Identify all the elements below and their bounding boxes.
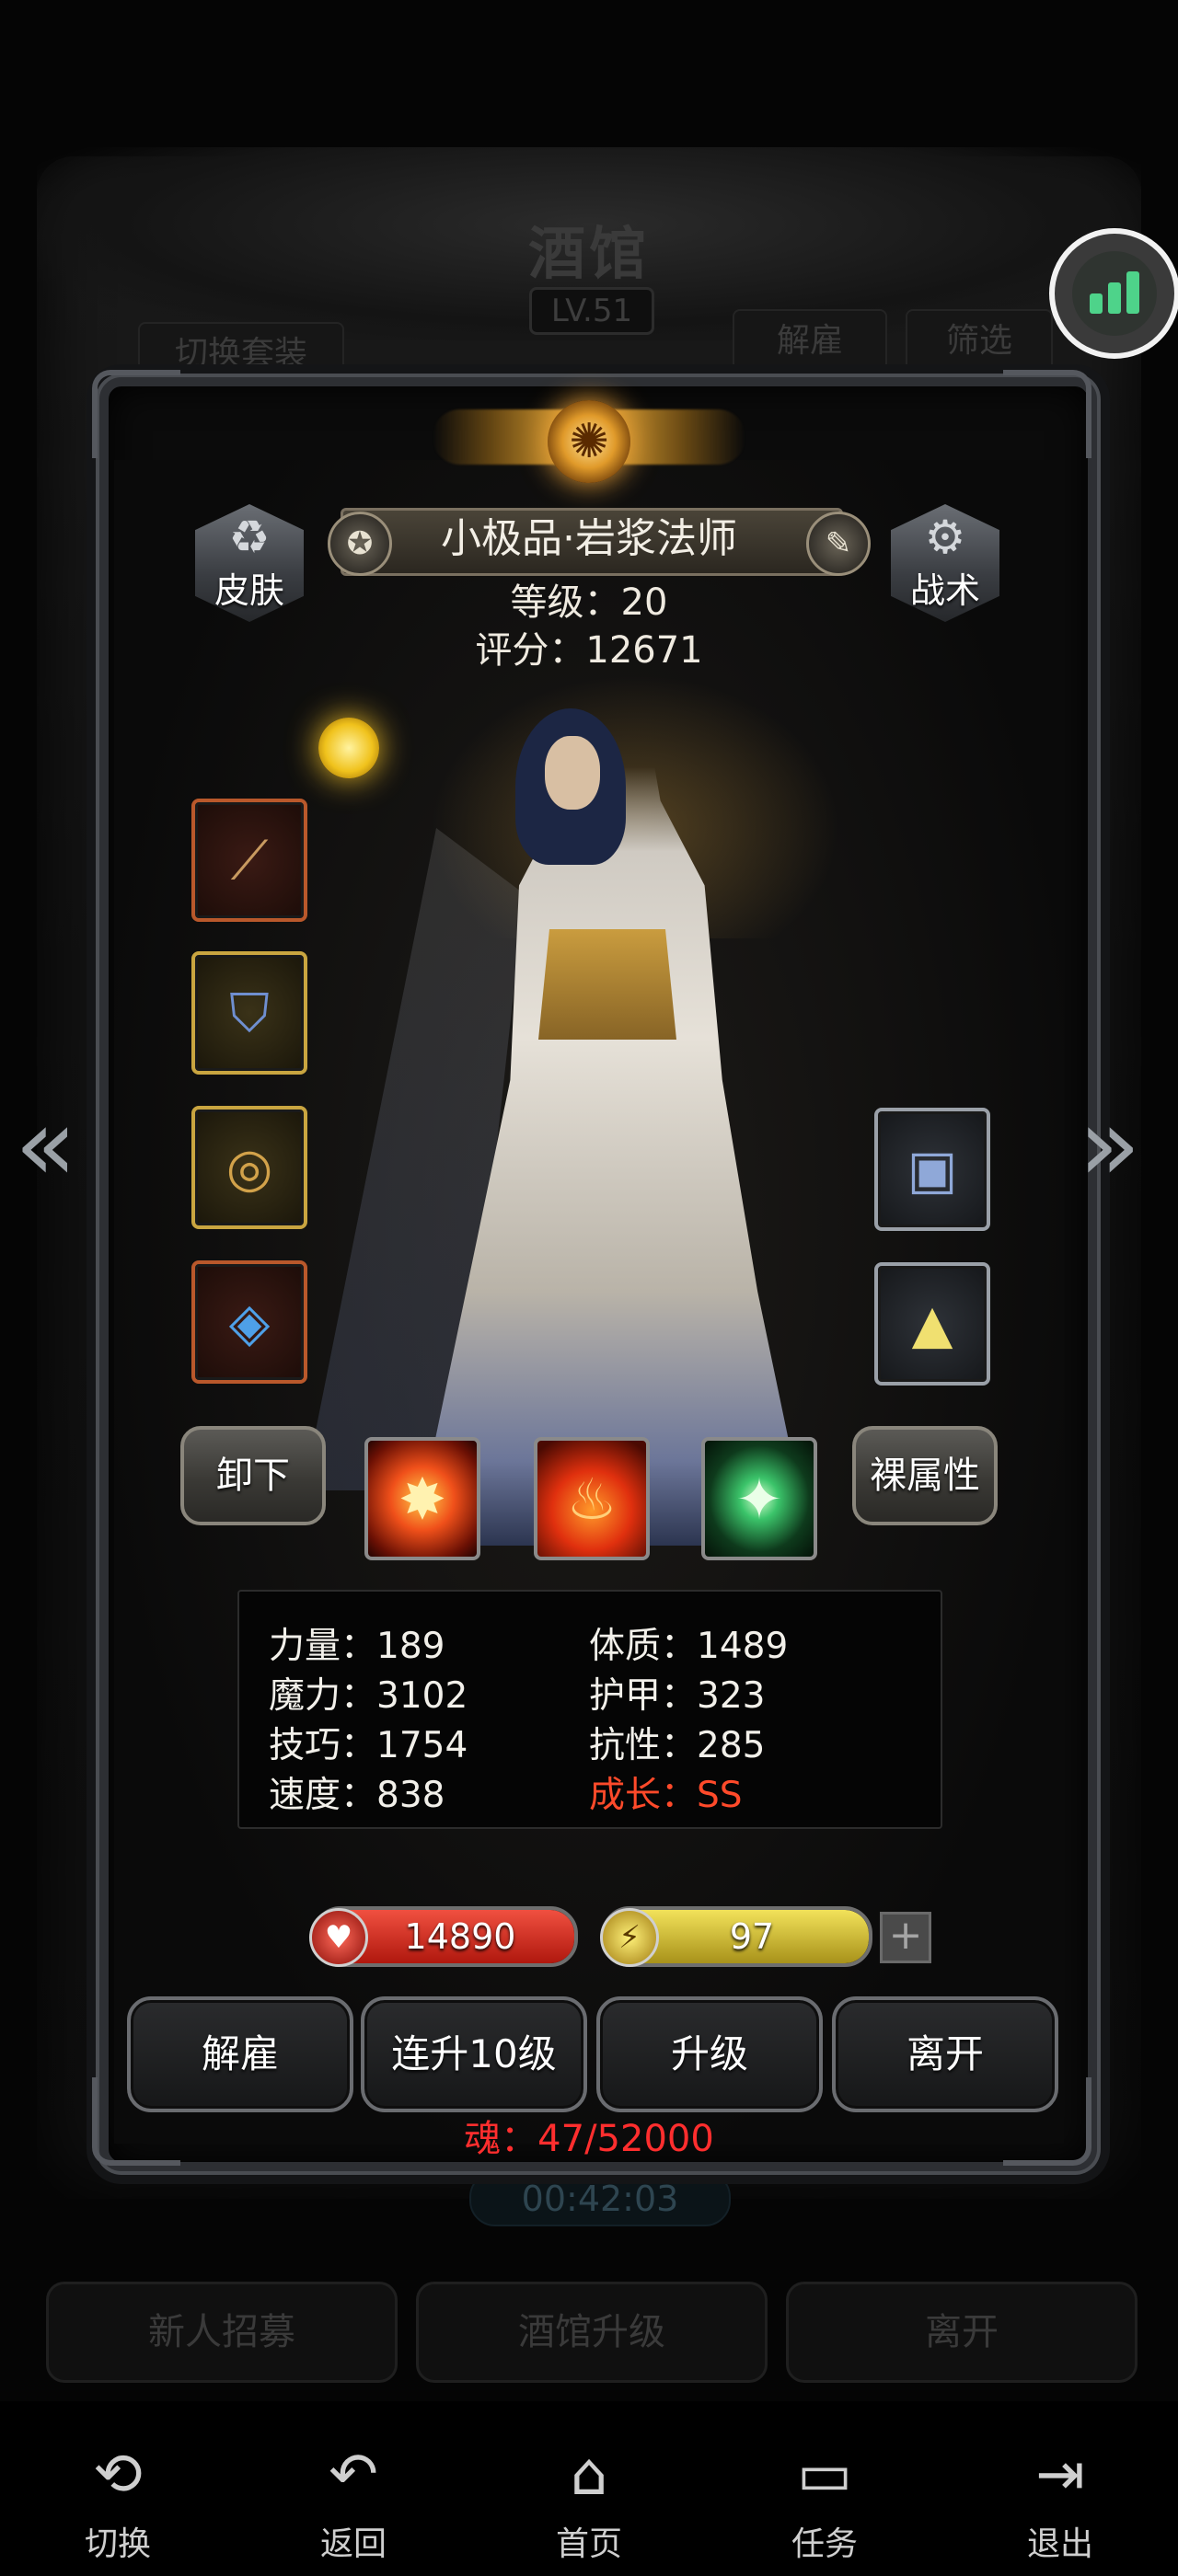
dismiss-button[interactable]: 解雇: [127, 1996, 353, 2112]
back-icon: ↶: [329, 2441, 378, 2509]
dialog-corner-ornament: [1003, 370, 1091, 458]
level-up-button[interactable]: 升级: [596, 1996, 823, 2112]
shirt-icon: ♻: [228, 511, 271, 564]
soul-counter: 魂：47/52000: [464, 2118, 714, 2160]
background-timer: 00:42:03: [469, 2171, 731, 2226]
equip-slot-card[interactable]: ▣: [874, 1108, 990, 1231]
tavern-upgrade-button-bg: 酒馆升级: [416, 2282, 768, 2383]
nav-switch-label: 切换: [84, 2525, 151, 2563]
switch-icon: ⟲: [93, 2441, 143, 2509]
nav-back[interactable]: ↶ 返回: [280, 2438, 427, 2565]
rank-medal-icon[interactable]: ✪: [328, 512, 392, 576]
stat-armor: 护甲：323: [589, 1675, 766, 1717]
add-energy-button[interactable]: +: [880, 1912, 931, 1963]
background-level-badge: LV.51: [529, 287, 654, 335]
green-blade-icon: ✦: [735, 1465, 783, 1533]
exit-icon: ⇥: [1035, 2441, 1085, 2509]
lightning-icon: ⚡: [600, 1908, 659, 1967]
background-title: 酒馆: [527, 220, 650, 287]
level-up-10-button[interactable]: 连升10级: [361, 1996, 587, 2112]
naked-attributes-button[interactable]: 裸属性: [852, 1426, 998, 1525]
tasks-icon: ▭: [796, 2441, 853, 2509]
leave-button-bg: 离开: [786, 2282, 1138, 2383]
card-icon: ▣: [907, 1138, 958, 1201]
dismiss-tab: 解雇: [733, 309, 887, 374]
next-hero-arrow-icon[interactable]: »: [1079, 1086, 1140, 1203]
hp-value: 14890: [404, 1916, 516, 1957]
amulet-icon: ◈: [228, 1291, 271, 1353]
skin-label: 皮肤: [214, 570, 284, 611]
sun-emblem-icon: ✺: [548, 400, 630, 483]
nav-exit[interactable]: ⇥ 退出: [987, 2438, 1134, 2565]
floating-assistant-button[interactable]: [1049, 228, 1178, 359]
recruit-button-bg: 新人招募: [46, 2282, 398, 2383]
nav-home-label: 首页: [555, 2525, 622, 2563]
equip-slot-armor[interactable]: ⛉: [191, 951, 307, 1075]
stat-resistance: 抗性：285: [589, 1725, 766, 1766]
equip-slot-crystal[interactable]: ▲: [874, 1262, 990, 1386]
dialog-corner-ornament: [92, 370, 180, 458]
stat-strength: 力量：189: [269, 1626, 445, 1667]
nav-back-label: 返回: [319, 2525, 387, 2563]
filter-tab: 筛选: [906, 309, 1053, 374]
crystal-icon: ▲: [911, 1293, 953, 1355]
robe-icon: ⛉: [229, 981, 270, 1044]
equip-slot-amulet[interactable]: ◈: [191, 1260, 307, 1384]
hero-name: 小极品·岩浆法师: [441, 515, 737, 562]
home-icon: ⌂: [570, 2441, 608, 2509]
stat-magic: 魔力：3102: [269, 1675, 468, 1717]
equip-slot-weapon[interactable]: ⟋: [191, 799, 307, 922]
tactics-label: 战术: [909, 570, 980, 611]
hero-level: 等级：20: [510, 581, 668, 624]
signal-bars-icon: [1072, 251, 1157, 336]
unequip-button[interactable]: 卸下: [180, 1426, 326, 1525]
stat-growth: 成长：SS: [589, 1775, 743, 1816]
character-face: [545, 736, 600, 810]
gear-icon: ⚙: [924, 511, 966, 564]
stat-speed: 速度：838: [269, 1775, 445, 1816]
equip-slot-ring[interactable]: ◎: [191, 1106, 307, 1229]
nav-home[interactable]: ⌂ 首页: [515, 2438, 663, 2565]
stat-skill: 技巧：1754: [269, 1725, 468, 1766]
stat-constitution: 体质：1489: [589, 1626, 789, 1667]
nav-tasks[interactable]: ▭ 任务: [751, 2438, 898, 2565]
nav-exit-label: 退出: [1026, 2525, 1093, 2563]
fire-burst-icon: ✸: [398, 1465, 446, 1533]
nav-switch[interactable]: ⟲ 切换: [44, 2438, 191, 2565]
previous-hero-arrow-icon[interactable]: «: [15, 1086, 76, 1203]
character-gold-armor: [538, 929, 676, 1040]
skill-slot-3[interactable]: ✦: [701, 1437, 817, 1560]
staff-icon: ⟋: [230, 828, 269, 891]
leave-button[interactable]: 离开: [832, 1996, 1058, 2112]
skill-slot-1[interactable]: ✸: [364, 1437, 480, 1560]
ring-icon: ◎: [225, 1136, 273, 1199]
heart-icon: ♥: [309, 1908, 368, 1967]
rename-edit-icon[interactable]: ✎: [806, 512, 871, 576]
energy-value: 97: [729, 1916, 775, 1957]
magic-orb-icon: [318, 718, 379, 778]
nav-tasks-label: 任务: [791, 2525, 858, 2563]
flame-icon: ♨: [566, 1465, 618, 1533]
skill-slot-2[interactable]: ♨: [534, 1437, 650, 1560]
